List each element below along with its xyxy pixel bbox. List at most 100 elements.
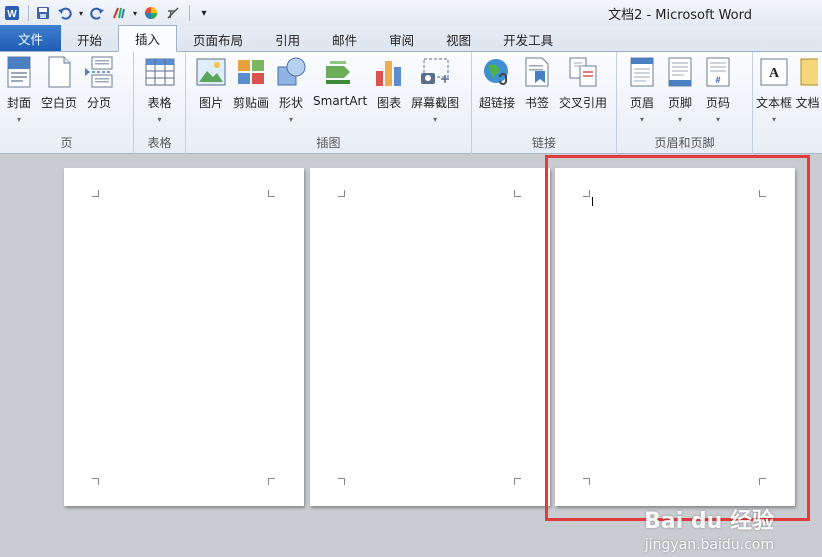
footer-label: 页脚 <box>667 96 692 110</box>
crop-mark <box>514 478 521 485</box>
tab-references[interactable]: 引用 <box>259 27 316 51</box>
smartart-button[interactable]: SmartArt <box>310 56 370 125</box>
title-bar: W ▾ ▾ ▾ 文档2 - Microsoft Word <box>0 0 822 26</box>
tab-insert[interactable]: 插入 <box>118 25 178 52</box>
watermark-brand: Bai du 经验 <box>644 509 774 534</box>
crop-mark <box>338 190 345 197</box>
table-label: 表格 <box>147 96 172 110</box>
page-number-label: 页码 <box>705 96 730 110</box>
bookmark-button[interactable]: 书签 <box>518 56 556 125</box>
footer-icon <box>664 56 696 88</box>
clear-format-icon[interactable] <box>163 3 183 23</box>
format-dropdown-icon[interactable]: ▾ <box>131 3 139 23</box>
table-button[interactable]: 表格 ▾ <box>141 56 179 125</box>
group-illustrations: 图片 剪贴画 形状 ▾ SmartArt 图表 屏幕截图 ▾ 插图 <box>186 52 472 154</box>
group-links-label: 链接 <box>531 136 556 150</box>
quick-access-toolbar: W ▾ ▾ ▾ <box>0 0 216 26</box>
ribbon-tabs: 文件 开始 插入 页面布局 引用 邮件 审阅 视图 开发工具 <box>0 25 822 52</box>
tab-page-layout[interactable]: 页面布局 <box>177 27 259 51</box>
chart-icon <box>373 56 405 88</box>
clip-art-button[interactable]: 剪贴画 <box>230 56 272 125</box>
page-number-icon: # <box>702 56 734 88</box>
group-header-footer: 页眉 ▾ 页脚 ▾ # 页码 ▾ 页眉和页脚 <box>617 52 753 154</box>
cover-page-dropdown-icon: ▾ <box>16 115 21 124</box>
cross-reference-button[interactable]: 交叉引用 <box>556 56 610 125</box>
tab-developer[interactable]: 开发工具 <box>487 27 569 51</box>
document-parts-label: 文档 <box>795 96 820 110</box>
screenshot-button[interactable]: 屏幕截图 ▾ <box>408 56 462 125</box>
crop-mark <box>92 190 99 197</box>
header-dropdown-icon: ▾ <box>639 115 644 124</box>
screenshot-label: 屏幕截图 <box>411 96 460 110</box>
chart-button[interactable]: 图表 <box>370 56 408 125</box>
blank-page-icon <box>43 56 75 88</box>
header-icon <box>626 56 658 88</box>
group-header-footer-label: 页眉和页脚 <box>654 136 715 150</box>
cover-page-icon <box>3 56 35 88</box>
text-box-button[interactable]: A 文本框 ▾ <box>755 56 793 125</box>
header-button[interactable]: 页眉 ▾ <box>623 56 661 125</box>
crop-mark <box>92 478 99 485</box>
svg-text:A: A <box>769 66 780 81</box>
highlight-box <box>545 155 810 521</box>
document-parts-icon <box>792 56 822 88</box>
text-box-label: 文本框 <box>756 96 793 110</box>
document-area[interactable]: Bai du 经验 jingyan.baidu.com <box>0 155 822 557</box>
color-icon[interactable] <box>141 3 161 23</box>
tab-view[interactable]: 视图 <box>430 27 487 51</box>
word-icon[interactable]: W <box>2 3 22 23</box>
cross-reference-label: 交叉引用 <box>559 96 608 110</box>
picture-icon <box>195 56 227 88</box>
bookmark-icon <box>521 56 553 88</box>
page-break-icon <box>83 56 115 88</box>
blank-page-button[interactable]: 空白页 <box>38 56 80 125</box>
picture-label: 图片 <box>198 96 223 110</box>
page-break-button[interactable]: 分页 <box>80 56 118 125</box>
text-box-icon: A <box>758 56 790 88</box>
tab-home[interactable]: 开始 <box>61 27 118 51</box>
globe-link-icon <box>481 56 513 88</box>
group-tables-label: 表格 <box>147 136 172 150</box>
cover-page-label: 封面 <box>6 96 31 110</box>
bookmark-label: 书签 <box>525 96 550 110</box>
clip-art-icon <box>235 56 267 88</box>
table-dropdown-icon: ▾ <box>157 115 162 124</box>
group-links: 超链接 书签 交叉引用 链接 <box>472 52 617 154</box>
document-parts-button[interactable]: 文档 <box>793 56 822 125</box>
undo-dropdown-icon[interactable]: ▾ <box>77 3 85 23</box>
group-pages-label: 页 <box>60 136 73 150</box>
table-icon <box>144 56 176 88</box>
shapes-button[interactable]: 形状 ▾ <box>272 56 310 125</box>
cover-page-button[interactable]: 封面 ▾ <box>0 56 38 125</box>
cross-reference-icon <box>567 56 599 88</box>
tab-review[interactable]: 审阅 <box>373 27 430 51</box>
hyperlink-label: 超链接 <box>479 96 516 110</box>
shapes-label: 形状 <box>279 96 304 110</box>
footer-button[interactable]: 页脚 ▾ <box>661 56 699 125</box>
hyperlink-button[interactable]: 超链接 <box>476 56 518 125</box>
ribbon: 封面 ▾ 空白页 分页 页 表格 ▾ 表格 图片 剪贴画 形状 ▾ SmartA… <box>0 52 822 154</box>
svg-text:#: # <box>715 75 720 85</box>
group-pages: 封面 ▾ 空白页 分页 页 <box>0 52 134 154</box>
format-painter-icon[interactable] <box>109 3 129 23</box>
tab-file[interactable]: 文件 <box>0 25 62 51</box>
undo-icon[interactable] <box>55 3 75 23</box>
customize-icon[interactable]: ▾ <box>194 3 214 23</box>
document-page-1[interactable] <box>64 168 304 506</box>
page-number-dropdown-icon: ▾ <box>715 115 720 124</box>
svg-text:W: W <box>7 9 17 20</box>
footer-dropdown-icon: ▾ <box>677 115 682 124</box>
save-icon[interactable] <box>33 3 53 23</box>
chart-label: 图表 <box>377 96 402 110</box>
screenshot-icon <box>419 56 451 88</box>
group-text: A 文本框 ▾ 文档 <box>753 52 822 154</box>
document-page-2[interactable] <box>310 168 550 506</box>
crop-mark <box>338 478 345 485</box>
picture-button[interactable]: 图片 <box>192 56 230 125</box>
group-tables: 表格 ▾ 表格 <box>134 52 186 154</box>
page-number-button[interactable]: # 页码 ▾ <box>699 56 737 125</box>
page-break-label: 分页 <box>87 96 112 110</box>
redo-icon[interactable] <box>87 3 107 23</box>
crop-mark <box>268 190 275 197</box>
tab-mailings[interactable]: 邮件 <box>316 27 373 51</box>
